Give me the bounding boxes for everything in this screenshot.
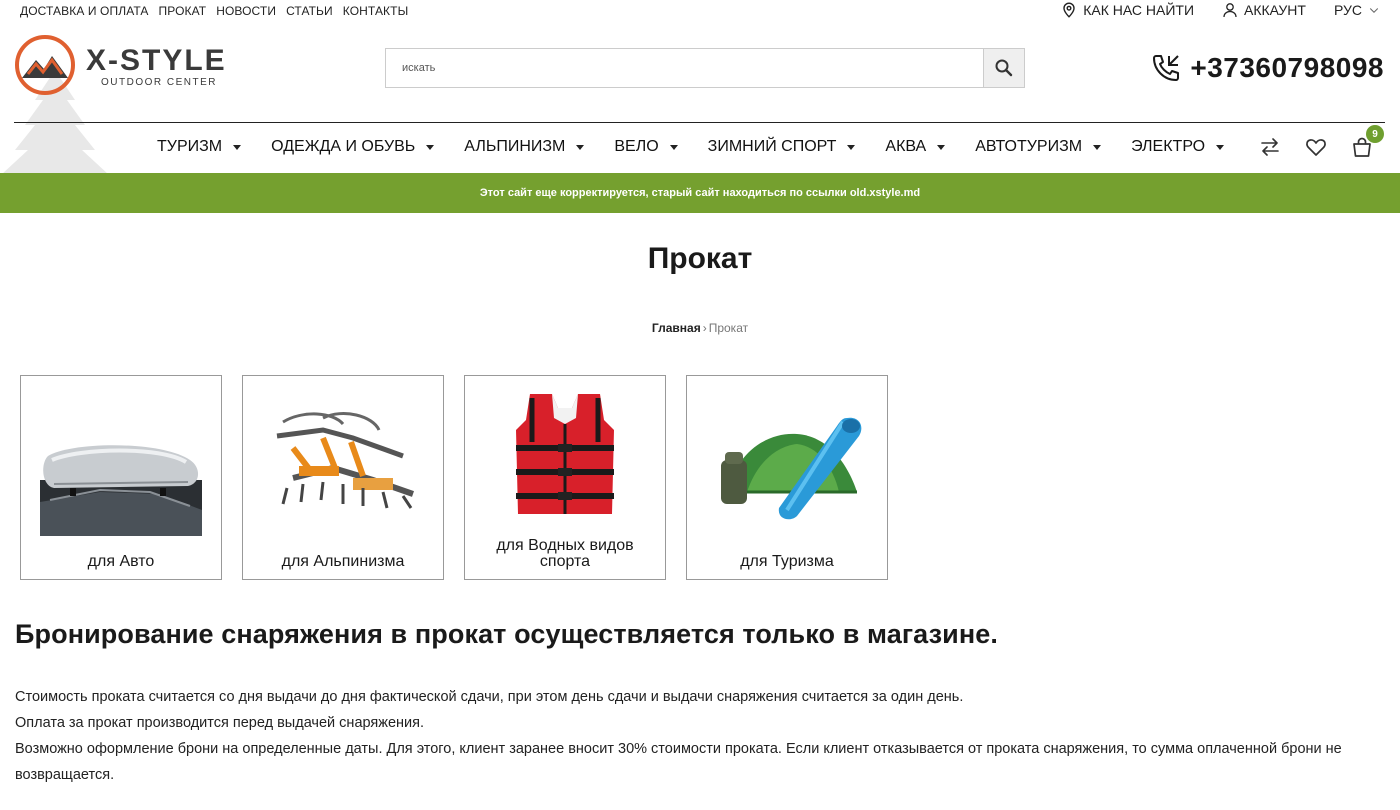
caret-down-icon — [937, 144, 946, 150]
life-vest-icon — [516, 394, 614, 514]
logo-text: X-STYLE OUTDOOR CENTER — [86, 44, 227, 89]
nav-divider — [14, 122, 1385, 123]
top-link-articles[interactable]: СТАТЬИ — [286, 4, 333, 18]
category-label: для Авто — [87, 553, 155, 570]
top-link-delivery[interactable]: ДОСТАВКА И ОПЛАТА — [20, 4, 149, 18]
find-us-link[interactable]: КАК НАС НАЙТИ — [1061, 2, 1194, 18]
rental-categories: для Авто для Альпинизма для Водных видов… — [20, 375, 888, 580]
crampons-icon — [276, 412, 414, 509]
category-label: для Туризма — [740, 553, 834, 570]
top-links: ДОСТАВКА И ОПЛАТА ПРОКАТ НОВОСТИ СТАТЬИ … — [20, 4, 408, 18]
category-label: для Альпинизма — [281, 553, 405, 570]
mountain-logo-icon — [15, 35, 75, 95]
phone-block[interactable]: +37360798098 — [1150, 52, 1384, 84]
rental-booking-heading: Бронирование снаряжения в прокат осущест… — [15, 619, 998, 649]
tent-sleeping-bag-icon — [721, 417, 862, 520]
caret-down-icon — [847, 144, 856, 150]
nav-item-bike[interactable]: ВЕЛО — [614, 138, 678, 156]
breadcrumb-current: Прокат — [708, 321, 749, 335]
top-bar: ДОСТАВКА И ОПЛАТА ПРОКАТ НОВОСТИ СТАТЬИ … — [0, 0, 1400, 22]
nav-label: ЗИМНИЙ СПОРТ — [707, 138, 837, 155]
nav-item-alpinism[interactable]: АЛЬПИНИЗМ — [464, 138, 585, 156]
find-us-label: КАК НАС НАЙТИ — [1083, 2, 1195, 18]
nav-item-tourism[interactable]: ТУРИЗМ — [157, 138, 242, 156]
page-title: Прокат — [647, 242, 753, 275]
main-nav: ТУРИЗМ ОДЕЖДА И ОБУВЬ АЛЬПИНИЗМ ВЕЛО ЗИМ… — [157, 138, 1225, 156]
search-input[interactable] — [386, 49, 983, 87]
notice-text: Этот сайт еще корректируется, старый сай… — [479, 187, 921, 199]
nav-item-autotourism[interactable]: АВТОТУРИЗМ — [975, 138, 1102, 156]
wishlist-button[interactable] — [1304, 134, 1328, 160]
compare-button[interactable] — [1258, 134, 1282, 160]
category-card-alpinism[interactable]: для Альпинизма — [242, 375, 444, 580]
cart-count-badge: 9 — [1366, 125, 1384, 143]
language-label: РУС — [1333, 2, 1362, 18]
nav-label: АЛЬПИНИЗМ — [464, 138, 566, 155]
category-card-water[interactable]: для Водных видов спорта — [464, 375, 666, 580]
category-image — [31, 384, 211, 536]
user-icon — [1223, 3, 1237, 18]
nav-item-clothing[interactable]: ОДЕЖДА И ОБУВЬ — [271, 138, 435, 156]
caret-down-icon — [669, 144, 678, 150]
category-card-auto[interactable]: для Авто — [20, 375, 222, 580]
account-label: АККАУНТ — [1244, 2, 1306, 18]
compare-arrows-icon — [1261, 138, 1279, 156]
top-link-contacts[interactable]: КОНТАКТЫ — [343, 4, 409, 18]
site-logo[interactable]: X-STYLE OUTDOOR CENTER — [14, 34, 234, 96]
search-bar — [385, 48, 1025, 88]
caret-down-icon — [1216, 144, 1225, 150]
account-link[interactable]: АККАУНТ — [1222, 2, 1306, 18]
language-selector[interactable]: РУС — [1334, 2, 1380, 18]
nav-label: АКВА — [885, 138, 927, 155]
search-button[interactable] — [983, 49, 1024, 87]
category-image — [697, 384, 877, 536]
caret-down-icon — [426, 144, 435, 150]
breadcrumb-home-link[interactable]: Главная — [652, 321, 701, 335]
nav-item-winter[interactable]: ЗИМНИЙ СПОРТ — [708, 138, 856, 156]
breadcrumb: Главная › Прокат — [0, 321, 1400, 335]
chevron-down-icon — [1369, 8, 1379, 13]
chevron-right-icon: › — [702, 321, 707, 335]
rental-terms-paragraph: Стоимость проката считается со дня выдач… — [15, 689, 964, 705]
top-link-rental[interactable]: ПРОКАТ — [159, 4, 207, 18]
category-image — [475, 384, 655, 536]
nav-label: ЭЛЕКТРО — [1131, 138, 1206, 155]
nav-label: ВЕЛО — [614, 138, 659, 155]
top-link-news[interactable]: НОВОСТИ — [216, 4, 276, 18]
location-pin-icon — [1063, 2, 1075, 18]
top-right-links: КАК НАС НАЙТИ АККАУНТ РУС — [1061, 2, 1380, 18]
nav-item-electro[interactable]: ЭЛЕКТРО — [1131, 138, 1225, 156]
caret-down-icon — [576, 144, 585, 150]
site-notice-banner: Этот сайт еще корректируется, старый сай… — [0, 173, 1400, 213]
nav-label: АВТОТУРИЗМ — [975, 138, 1083, 155]
nav-label: ОДЕЖДА И ОБУВЬ — [271, 138, 416, 155]
category-card-tourism[interactable]: для Туризма — [686, 375, 888, 580]
nav-label: ТУРИЗМ — [157, 138, 223, 155]
caret-down-icon — [1093, 144, 1102, 150]
cart-button[interactable]: 9 — [1350, 125, 1384, 160]
search-icon — [995, 59, 1013, 77]
category-label: для Водных видов спорта — [496, 537, 634, 570]
category-image — [253, 384, 433, 536]
rental-terms-paragraph: Оплата за прокат производится перед выда… — [15, 715, 425, 731]
logo-subtitle: OUTDOOR CENTER — [101, 77, 217, 88]
logo-title: X-STYLE — [86, 44, 227, 77]
header-actions: 9 — [1258, 125, 1384, 160]
phone-number[interactable]: +37360798098 — [1190, 52, 1384, 84]
rental-terms-text: Стоимость проката считается со дня выдач… — [15, 684, 1385, 788]
phone-call-icon — [1153, 55, 1180, 81]
nav-item-aqua[interactable]: АКВА — [885, 138, 946, 156]
caret-down-icon — [233, 144, 242, 150]
roof-box-icon — [40, 445, 202, 536]
heart-icon — [1306, 139, 1326, 156]
rental-terms-paragraph: Возможно оформление брони на определенны… — [15, 741, 1342, 783]
